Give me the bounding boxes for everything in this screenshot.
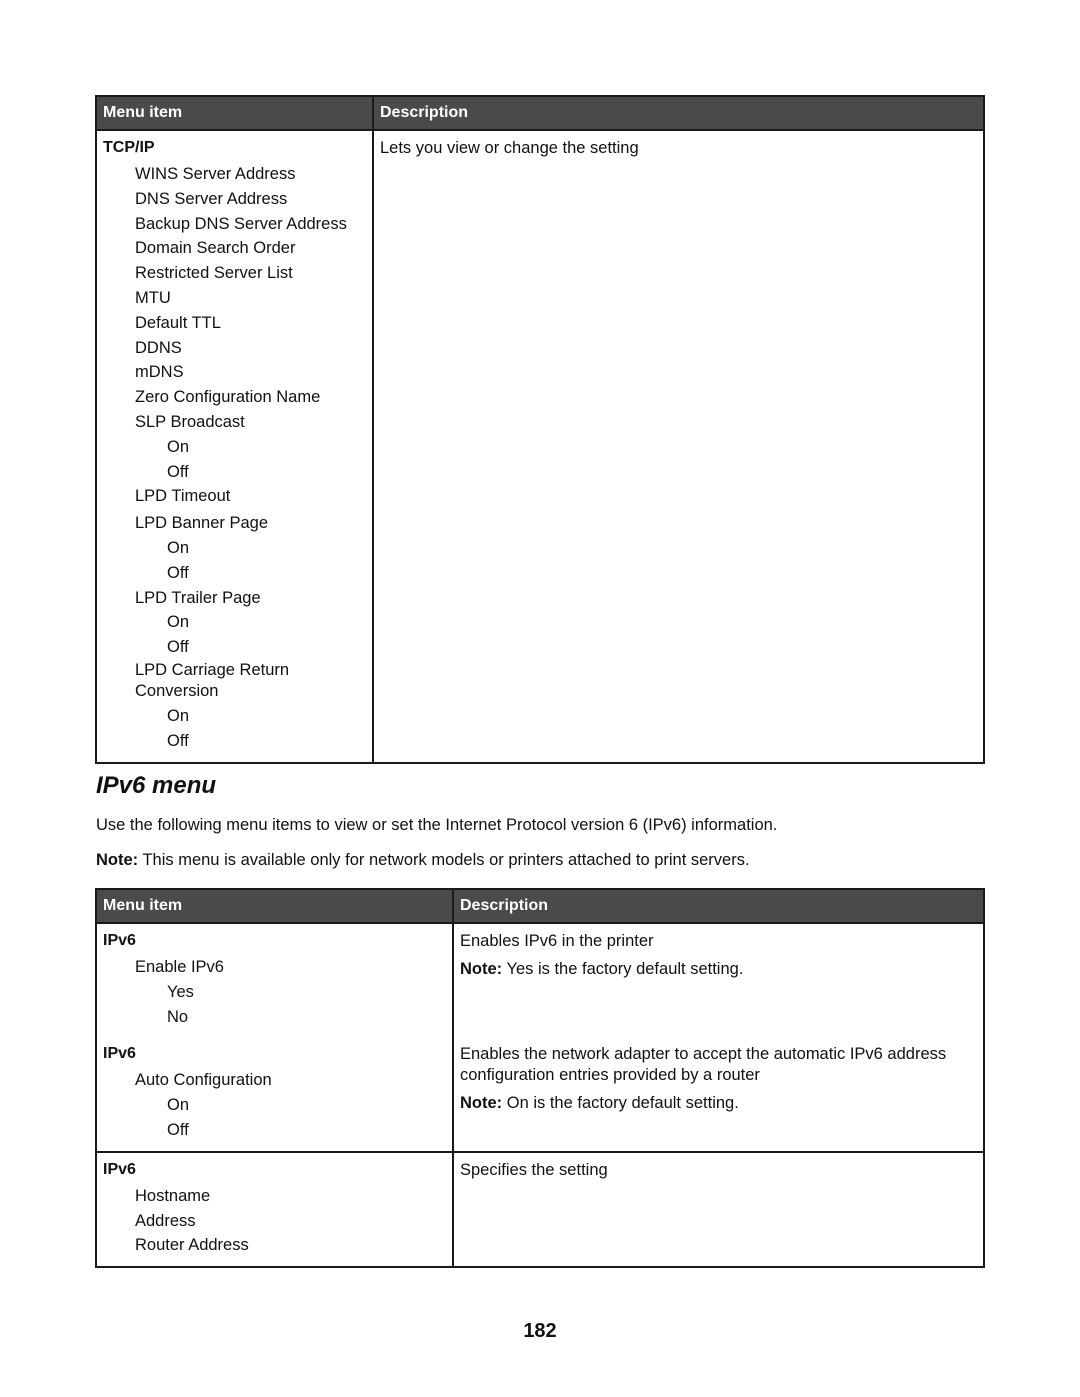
note-label: Note:: [96, 851, 139, 869]
note-text: Yes is the factory default setting.: [502, 960, 744, 978]
menu-option: Off: [167, 638, 189, 657]
menu-item: SLP Broadcast: [135, 412, 245, 431]
description-cell: Enables the network adapter to accept th…: [452, 1037, 983, 1152]
note-text: This menu is available only for network …: [138, 851, 750, 869]
tcpip-menu-table: Menu item Description TCP/IP WINS Server…: [95, 95, 985, 764]
menu-option: No: [167, 1007, 189, 1026]
note-label: Note:: [460, 960, 503, 978]
header-menu-item: Menu item: [97, 890, 453, 924]
menu-option: On: [167, 437, 190, 456]
menu-item: LPD Banner Page: [135, 514, 269, 533]
menu-group-label: IPv6: [103, 1045, 136, 1063]
section-intro: Use the following menu items to view or …: [96, 816, 778, 834]
description-cell: Lets you view or change the setting: [372, 130, 983, 762]
menu-item: Address: [135, 1211, 196, 1230]
menu-item: Router Address: [135, 1236, 249, 1255]
section-title: IPv6 menu: [96, 772, 217, 799]
menu-option: Off: [167, 563, 189, 582]
menu-item-cell: IPv6 Enable IPv6 Yes No: [97, 921, 453, 1038]
description-cell: Specifies the setting: [452, 1150, 983, 1267]
menu-group-label: IPv6: [103, 1160, 136, 1178]
table-header-row: Menu item Description: [97, 890, 983, 924]
menu-item: mDNS: [135, 363, 184, 382]
note-text: On is the factory default setting.: [502, 1094, 739, 1113]
menu-item: Zero Configuration Name: [135, 388, 321, 407]
menu-option: Off: [167, 1120, 189, 1139]
menu-group-label: TCP/IP: [103, 139, 155, 156]
menu-option: Off: [167, 731, 189, 750]
menu-option: Yes: [167, 982, 194, 1001]
menu-item: WINS Server Address: [135, 165, 296, 183]
table-row: IPv6 Hostname Address Router Address Specifi…: [97, 1150, 983, 1267]
header-menu-item: Menu item: [97, 97, 373, 131]
menu-item: MTU: [135, 288, 171, 307]
header-description: Description: [372, 97, 983, 131]
menu-item: Default TTL: [135, 313, 221, 332]
menu-item: Restricted Server List: [135, 264, 293, 283]
menu-option: Off: [167, 462, 189, 481]
menu-item: LPD Timeout: [135, 487, 231, 506]
menu-item: Auto Configuration: [135, 1071, 272, 1090]
description-text: Enables IPv6 in the printer: [460, 932, 654, 950]
table-row: IPv6 Enable IPv6 Yes No Enables IPv6 in the …: [97, 921, 983, 1038]
description-text: Enables the network adapter to accept th…: [460, 1045, 947, 1085]
menu-item: DNS Server Address: [135, 189, 288, 208]
table-row: TCP/IP WINS Server Address DNS Server Add…: [97, 130, 983, 762]
menu-item: LPD Carriage Return Conversion: [135, 660, 290, 700]
description-note: Note: On is the factory default setting.: [460, 1093, 977, 1114]
section-note: Note: This menu is available only for ne…: [96, 851, 750, 870]
menu-option: On: [167, 613, 190, 632]
menu-item: LPD Trailer Page: [135, 588, 261, 607]
menu-item-cell: IPv6 Hostname Address Router Address: [97, 1150, 453, 1267]
description-text: Lets you view or change the setting: [380, 139, 639, 157]
description-cell: Enables IPv6 in the printer Note: Yes is …: [452, 921, 983, 1038]
menu-option: On: [167, 1096, 190, 1115]
menu-item: DDNS: [135, 338, 182, 357]
page-number: 182: [523, 1320, 557, 1342]
menu-item: Backup DNS Server Address: [135, 214, 347, 233]
menu-option: On: [167, 706, 190, 725]
table-row: IPv6 Auto Configuration On Off Enables the n…: [97, 1037, 983, 1152]
menu-group-label: IPv6: [103, 932, 136, 949]
menu-item: Domain Search Order: [135, 239, 296, 258]
menu-item-cell: TCP/IP WINS Server Address DNS Server Add…: [97, 130, 373, 762]
description-text: Specifies the setting: [460, 1160, 608, 1179]
table-header-row: Menu item Description: [97, 97, 983, 131]
header-description: Description: [452, 890, 983, 924]
menu-item-list: WINS Server Address DNS Server Address Bac…: [103, 162, 366, 754]
menu-option: On: [167, 538, 190, 557]
description-note: Note: Yes is the factory default setting…: [460, 959, 977, 980]
note-label: Note:: [460, 1094, 503, 1113]
ipv6-menu-table: Menu item Description IPv6 Enable IPv6 Yes…: [95, 888, 985, 1269]
menu-item-cell: IPv6 Auto Configuration On Off: [97, 1037, 453, 1151]
menu-item: Enable IPv6: [135, 958, 224, 976]
menu-item: Hostname: [135, 1186, 211, 1205]
